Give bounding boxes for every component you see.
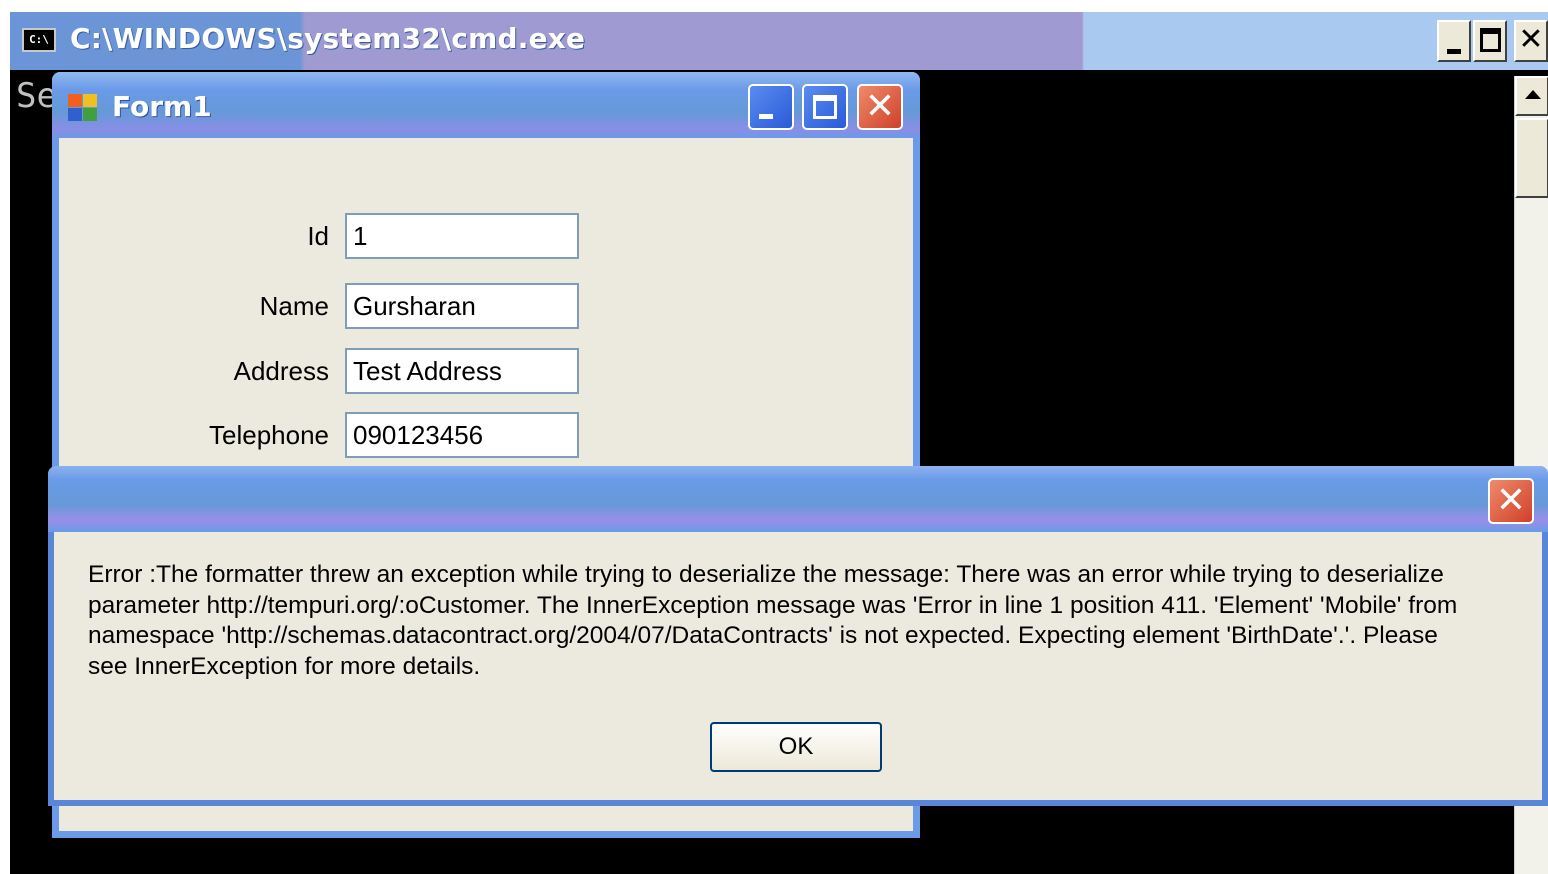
id-label: Id [307, 221, 329, 251]
address-input[interactable]: Test Address [345, 348, 579, 394]
id-row: Id 1 [59, 213, 659, 259]
ok-button[interactable]: OK [710, 722, 882, 772]
telephone-label: Telephone [209, 420, 329, 450]
maximize-icon [813, 95, 837, 119]
cmd-close-button[interactable]: ✕ [1514, 20, 1548, 62]
error-message-line: parameter http://tempuri.org/:oCustomer.… [88, 591, 1458, 619]
address-label: Address [233, 356, 329, 386]
scroll-up-button[interactable] [1515, 76, 1548, 116]
dialog-titlebar[interactable]: ✕ [48, 466, 1548, 532]
desktop: C:\ C:\WINDOWS\system32\cmd.exe ✕ Se For… [0, 0, 1548, 874]
form1-title: Form1 [112, 90, 212, 123]
name-row: Name Gursharan [59, 283, 659, 329]
telephone-row: Telephone 090123456 [59, 412, 659, 458]
close-icon: ✕ [1495, 480, 1527, 521]
cmd-maximize-button[interactable] [1473, 20, 1507, 62]
arrow-up-icon [1525, 90, 1541, 99]
form1-maximize-button[interactable] [802, 84, 848, 130]
name-label: Name [259, 291, 329, 321]
dialog-close-button[interactable]: ✕ [1488, 478, 1534, 524]
cmd-minimize-button[interactable] [1437, 20, 1471, 62]
close-icon: ✕ [864, 86, 896, 127]
error-message: Error :The formatter threw an exception … [88, 560, 1528, 682]
form1-close-button[interactable]: ✕ [857, 84, 903, 130]
telephone-input[interactable]: 090123456 [345, 412, 579, 458]
minimize-icon [1447, 49, 1461, 54]
console-output: Se [16, 76, 57, 116]
form-app-icon [68, 94, 98, 122]
error-message-line: Error :The formatter threw an exception … [88, 561, 1444, 588]
id-input[interactable]: 1 [345, 213, 579, 259]
cmd-window-title: C:\WINDOWS\system32\cmd.exe [70, 22, 586, 55]
form1-minimize-button[interactable] [748, 84, 794, 130]
cmd-titlebar[interactable]: C:\ C:\WINDOWS\system32\cmd.exe ✕ [10, 12, 1548, 70]
form1-titlebar[interactable]: Form1 ✕ [52, 72, 920, 138]
error-message-line: see InnerException for more details. [88, 652, 481, 680]
cmd-app-icon: C:\ [22, 28, 56, 52]
address-row: Address Test Address [59, 348, 659, 394]
name-input[interactable]: Gursharan [345, 283, 579, 329]
close-icon: ✕ [1518, 22, 1544, 57]
error-dialog: ✕ Error :The formatter threw an exceptio… [48, 466, 1548, 806]
scroll-thumb[interactable] [1515, 118, 1548, 198]
maximize-icon [1480, 28, 1501, 52]
error-message-line: namespace 'http://schemas.datacontract.o… [88, 622, 1438, 649]
minimize-icon [759, 114, 773, 119]
